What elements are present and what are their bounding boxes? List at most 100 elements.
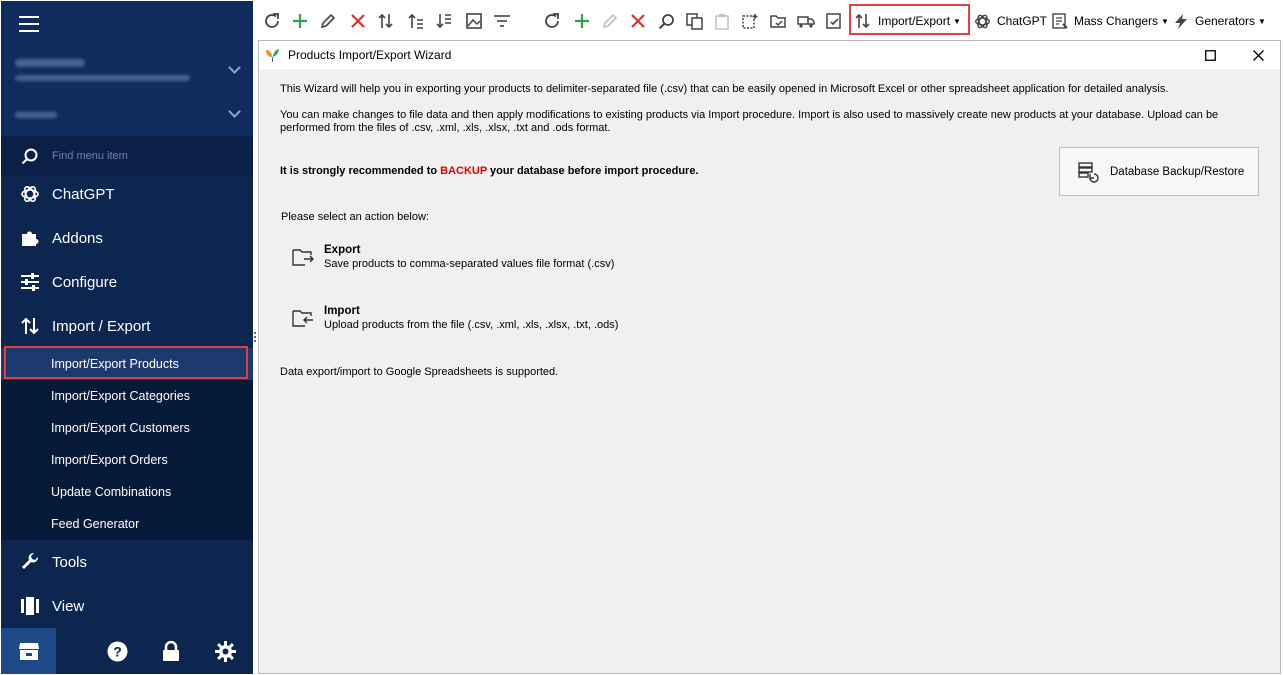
sidebar: Find menu item ChatGPT Addons Configure … (1, 1, 253, 674)
import-export-icon (19, 315, 41, 337)
refresh-icon[interactable] (262, 11, 282, 31)
edit-pencil-icon[interactable] (318, 11, 338, 31)
generators-dropdown[interactable]: Generators ▼ (1173, 11, 1266, 31)
paste-icon (712, 11, 732, 31)
puzzle-icon (19, 227, 41, 249)
chatgpt-icon (975, 14, 990, 28)
svg-text:?: ? (113, 643, 122, 659)
warning-text: It is strongly recommended to (280, 165, 441, 177)
dropdown-caret-icon: ▼ (1258, 16, 1266, 26)
backup-button-label: Database Backup/Restore (1110, 165, 1245, 178)
edit-pencil-icon (600, 11, 620, 31)
refresh-icon[interactable] (542, 11, 562, 31)
sidebar-item-view[interactable]: View (1, 584, 253, 628)
sidebar-header (1, 1, 253, 136)
export-action[interactable]: Export Save products to comma-separated … (291, 243, 614, 272)
approve-icon[interactable] (824, 11, 844, 31)
chatgpt-icon (19, 183, 41, 205)
mass-changers-label: Mass Changers (1074, 14, 1159, 28)
backup-warning: It is strongly recommended to BACKUP you… (280, 165, 699, 178)
sidebar-item-label: Import / Export (52, 317, 151, 335)
language-blurred[interactable] (15, 112, 57, 118)
import-export-wizard-window: Products Import/Export Wizard This Wizar… (258, 40, 1281, 674)
sidebar-subitem-label: Import/Export Orders (51, 453, 168, 467)
google-spreadsheets-note: Data export/import to Google Spreadsheet… (280, 366, 559, 378)
sidebar-item-label: Configure (52, 273, 118, 291)
sidebar-item-addons[interactable]: Addons (1, 216, 253, 260)
toolbar: Import/Export ▼ ChatGPT Mass Changers ▼ Ge… (253, 0, 1283, 40)
menu-search[interactable]: Find menu item (1, 137, 253, 175)
chevron-down-icon[interactable] (228, 61, 241, 74)
sidebar-subitem-feed-generator[interactable]: Feed Generator (1, 508, 253, 540)
sidebar-item-tools[interactable]: Tools (1, 540, 253, 584)
intro-text: This Wizard will help you in exporting y… (280, 83, 1169, 95)
import-export-arrows-icon[interactable] (376, 11, 396, 31)
mass-changers-icon (1052, 12, 1068, 29)
folder-import-icon (292, 310, 313, 327)
chevron-down-icon[interactable] (228, 105, 241, 118)
sidebar-footer: ? (1, 628, 253, 674)
copy-icon[interactable] (684, 11, 704, 31)
search-icon[interactable] (656, 11, 676, 31)
check-folder-icon[interactable] (768, 11, 788, 31)
dropdown-caret-icon: ▼ (1161, 16, 1169, 26)
sidebar-item-label: Addons (52, 229, 103, 247)
sidebar-item-configure[interactable]: Configure (1, 260, 253, 304)
store-url-blurred (15, 75, 190, 81)
store-icon[interactable] (1, 628, 56, 674)
move-down-icon[interactable] (434, 11, 454, 31)
folder-export-icon (292, 249, 314, 266)
close-icon[interactable] (1238, 41, 1278, 69)
sidebar-subitem-label: Feed Generator (51, 517, 140, 531)
search-placeholder: Find menu item (52, 150, 128, 162)
export-description: Save products to comma-separated values … (324, 258, 615, 270)
hamburger-menu-icon[interactable] (19, 16, 39, 32)
sidebar-subitem-label: Import/Export Categories (51, 389, 190, 403)
window-title: Products Import/Export Wizard (288, 48, 452, 62)
sidebar-item-label: View (52, 597, 85, 615)
columns-icon (19, 595, 41, 617)
import-title: Import (324, 305, 360, 317)
select-action-label: Please select an action below: (281, 211, 429, 223)
intro-text-3: performed from the files of .csv, .xml, … (280, 122, 611, 134)
sidebar-subitem-import-export-orders[interactable]: Import/Export Orders (1, 444, 253, 476)
chatgpt-button[interactable]: ChatGPT (974, 11, 1047, 31)
database-backup-restore-button[interactable]: Database Backup/Restore (1059, 147, 1259, 196)
import-action[interactable]: Import Upload products from the file (.c… (291, 304, 618, 333)
move-up-icon[interactable] (406, 11, 426, 31)
export-title: Export (324, 244, 361, 256)
window-titlebar: Products Import/Export Wizard (259, 41, 1280, 69)
delete-icon[interactable] (348, 11, 368, 31)
warning-text: your database before import procedure. (487, 165, 699, 177)
lightning-icon (1175, 13, 1187, 29)
sidebar-item-import-export[interactable]: Import / Export (1, 304, 253, 348)
chatgpt-label: ChatGPT (997, 14, 1048, 28)
truck-icon[interactable] (796, 11, 816, 31)
filter-icon[interactable] (492, 11, 512, 31)
sidebar-subitem-update-combinations[interactable]: Update Combinations (1, 476, 253, 508)
gear-icon[interactable] (198, 640, 252, 662)
select-icon[interactable] (740, 11, 760, 31)
add-icon[interactable] (572, 11, 592, 31)
store-name-blurred[interactable] (15, 59, 85, 67)
sliders-icon (19, 271, 41, 293)
sidebar-subitem-import-export-categories[interactable]: Import/Export Categories (1, 380, 253, 412)
sidebar-subitem-label: Import/Export Customers (51, 421, 190, 435)
sidebar-item-label: Tools (52, 553, 88, 571)
help-icon[interactable]: ? (90, 641, 144, 662)
image-icon[interactable] (464, 11, 484, 31)
lock-icon[interactable] (144, 640, 198, 662)
mass-changers-dropdown[interactable]: Mass Changers ▼ (1052, 11, 1169, 31)
delete-icon[interactable] (628, 11, 648, 31)
highlight-box (4, 346, 248, 379)
maximize-icon[interactable] (1190, 41, 1230, 69)
sidebar-subitem-import-export-customers[interactable]: Import/Export Customers (1, 412, 253, 444)
sidebar-item-chatgpt[interactable]: ChatGPT (1, 172, 253, 216)
wrench-icon (19, 551, 41, 573)
intro-text-2: You can make changes to file data and th… (280, 109, 1219, 121)
database-restore-icon (1078, 161, 1099, 183)
add-icon[interactable] (290, 11, 310, 31)
search-icon (21, 148, 38, 164)
sidebar-subitem-label: Update Combinations (51, 485, 172, 499)
splitter-grip[interactable] (254, 332, 257, 342)
